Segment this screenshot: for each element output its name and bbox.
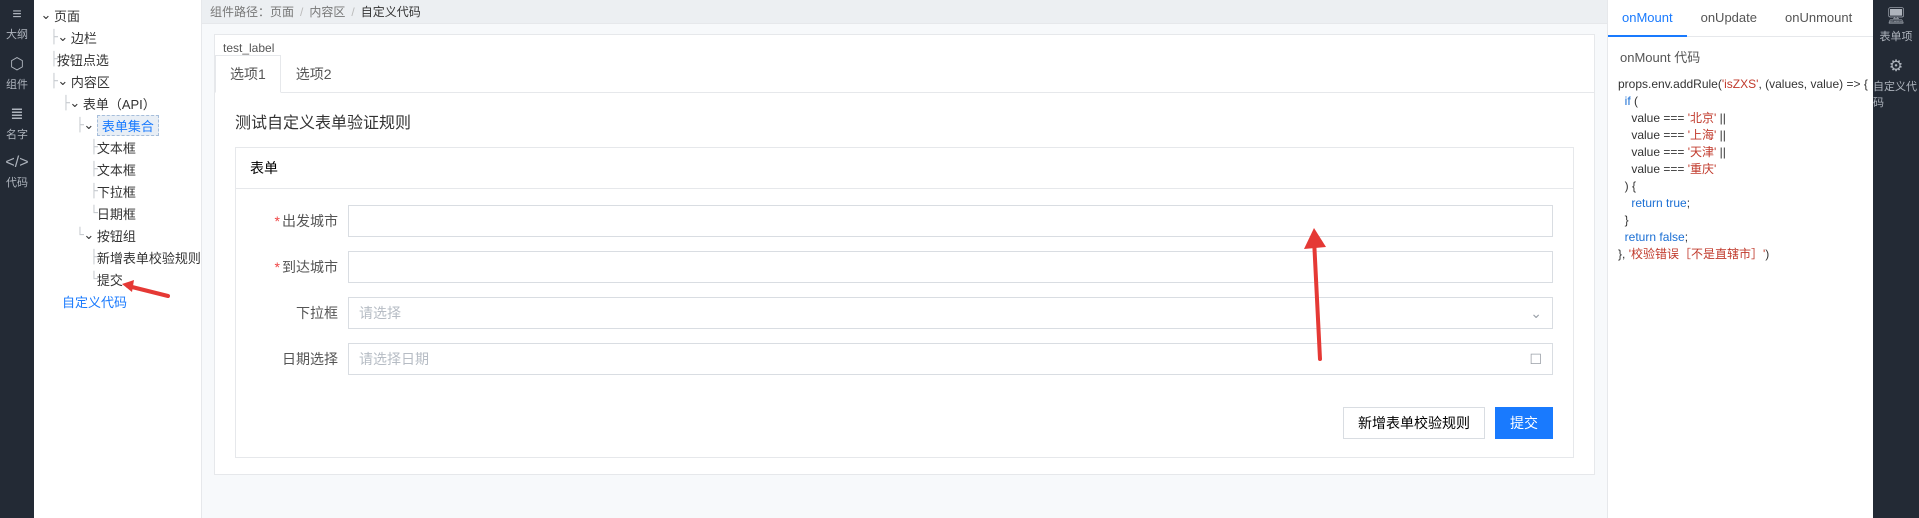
card-tabs: 选项1 选项2 xyxy=(215,55,1594,93)
calendar-icon: ☐ xyxy=(1529,351,1542,368)
rail-item-components[interactable]: ⬡ 组件 xyxy=(6,48,28,98)
tree-label: 内容区 xyxy=(71,72,110,91)
breadcrumb-current: 自定义代码 xyxy=(361,3,421,20)
submit-button[interactable]: 提交 xyxy=(1495,407,1553,439)
card-label: test_label xyxy=(215,35,1594,55)
tree-item-custom-code[interactable]: 自定义代码 xyxy=(34,290,201,312)
breadcrumb-part[interactable]: 内容区 xyxy=(309,3,345,20)
menu-icon: ≡ xyxy=(12,6,21,24)
rail-item-label: 大纲 xyxy=(6,26,28,42)
form-heading: 表单 xyxy=(236,148,1573,189)
monitor-icon: 🖥 xyxy=(1886,6,1906,26)
tree-item[interactable]: ├ 下拉框 xyxy=(34,180,201,202)
chevron-down-icon[interactable]: ⌄ xyxy=(69,95,81,111)
component-tree: ⌄ 页面 ├ ⌄ 边栏 ├ 按钮点选 ├ ⌄ 内容区 ├ ⌄ 表单（API） ├… xyxy=(34,0,202,518)
tree-label: 提交 xyxy=(97,270,123,289)
tree-label: 表单（API） xyxy=(83,94,156,113)
code-tab-onunmount[interactable]: onUnmount xyxy=(1771,0,1866,36)
tree-item[interactable]: ├ ⌄ 边栏 xyxy=(34,26,201,48)
code-tabs: onMount onUpdate onUnmount xyxy=(1608,0,1873,37)
chevron-down-icon: ⌄ xyxy=(1530,305,1542,322)
select-placeholder: 请选择 xyxy=(359,303,401,323)
tree-label: 文本框 xyxy=(97,160,136,179)
date-input[interactable]: 请选择日期 ☐ xyxy=(348,343,1553,375)
right-nav-rail: 🖥 表单项 ⚙ 自定义代码 xyxy=(1873,0,1919,518)
rail-item-label: 代码 xyxy=(6,174,28,190)
section-title: 测试自定义表单验证规则 xyxy=(235,109,1574,133)
rail-item-code[interactable]: </> 代码 xyxy=(5,148,28,196)
tree-item[interactable]: ├ 文本框 xyxy=(34,158,201,180)
breadcrumb: 组件路径： 页面 / 内容区 / 自定义代码 xyxy=(202,0,1607,24)
code-panel: onMount onUpdate onUnmount onMount 代码 pr… xyxy=(1607,0,1873,518)
tree-item[interactable]: ├ 文本框 xyxy=(34,136,201,158)
chevron-down-icon[interactable]: ⌄ xyxy=(83,227,95,243)
code-icon: </> xyxy=(5,154,28,172)
select-input[interactable]: 请选择 ⌄ xyxy=(348,297,1553,329)
list-icon: ≣ xyxy=(10,104,23,124)
gear-icon: ⚙ xyxy=(1889,56,1903,76)
tree-label: 文本框 xyxy=(97,138,136,157)
tree-item[interactable]: ├ ⌄ 内容区 xyxy=(34,70,201,92)
field-label: 下拉框 xyxy=(296,305,338,321)
code-tab-onupdate[interactable]: onUpdate xyxy=(1687,0,1771,36)
tree-label: 页面 xyxy=(54,6,80,25)
code-editor[interactable]: props.env.addRule('isZXS', (values, valu… xyxy=(1608,72,1873,273)
code-section-title: onMount 代码 xyxy=(1608,37,1873,72)
tab-option-2[interactable]: 选项2 xyxy=(281,55,347,93)
rail-item-custom-code[interactable]: ⚙ 自定义代码 xyxy=(1873,50,1919,116)
tree-item[interactable]: ├ 按钮点选 xyxy=(34,48,201,70)
tree-label: 新增表单校验规则 xyxy=(97,248,201,267)
tree-item[interactable]: ├ ⌄ 表单集合 xyxy=(34,114,201,136)
field-label: 出发城市 xyxy=(282,213,338,229)
chevron-down-icon[interactable]: ⌄ xyxy=(40,7,52,23)
cube-icon: ⬡ xyxy=(10,54,24,74)
tree-label: 日期框 xyxy=(97,204,136,223)
tree-label: 自定义代码 xyxy=(62,292,127,311)
rail-item-label: 表单项 xyxy=(1880,28,1913,44)
tree-label: 按钮点选 xyxy=(57,50,109,69)
rail-item-label: 名字 xyxy=(6,126,28,142)
add-rule-button[interactable]: 新增表单校验规则 xyxy=(1343,407,1485,439)
rail-item-form-item[interactable]: 🖥 表单项 xyxy=(1880,0,1913,50)
tree-item[interactable]: ├ ⌄ 表单（API） xyxy=(34,92,201,114)
rail-item-outline[interactable]: ≡ 大纲 xyxy=(6,0,28,48)
rail-item-label: 组件 xyxy=(6,76,28,92)
left-nav-rail: ≡ 大纲 ⬡ 组件 ≣ 名字 </> 代码 xyxy=(0,0,34,518)
breadcrumb-prefix: 组件路径： xyxy=(210,3,270,20)
field-label: 到达城市 xyxy=(282,259,338,275)
chevron-down-icon[interactable]: ⌄ xyxy=(57,29,69,45)
breadcrumb-part[interactable]: 页面 xyxy=(270,3,294,20)
main-area: 组件路径： 页面 / 内容区 / 自定义代码 test_label 选项1 选项… xyxy=(202,0,1607,518)
tree-item[interactable]: └ 日期框 xyxy=(34,202,201,224)
tree-label: 表单集合 xyxy=(97,115,159,136)
rail-item-names[interactable]: ≣ 名字 xyxy=(6,98,28,148)
tab-option-1[interactable]: 选项1 xyxy=(215,55,281,93)
code-tab-onmount[interactable]: onMount xyxy=(1608,0,1687,37)
chevron-down-icon[interactable]: ⌄ xyxy=(57,73,69,89)
rail-item-label: 自定义代码 xyxy=(1873,78,1919,110)
tree-item[interactable]: ├ 新增表单校验规则 xyxy=(34,246,201,268)
departure-city-input[interactable] xyxy=(348,205,1553,237)
tree-item[interactable]: └ ⌄ 按钮组 xyxy=(34,224,201,246)
tree-label: 边栏 xyxy=(71,28,97,47)
form-card: test_label 选项1 选项2 测试自定义表单验证规则 表单 *出发城市 xyxy=(214,34,1595,475)
tree-root[interactable]: ⌄ 页面 xyxy=(34,4,201,26)
tree-label: 按钮组 xyxy=(97,226,136,245)
date-placeholder: 请选择日期 xyxy=(359,349,429,369)
tree-label: 下拉框 xyxy=(97,182,136,201)
chevron-down-icon[interactable]: ⌄ xyxy=(83,117,95,133)
arrival-city-input[interactable] xyxy=(348,251,1553,283)
tree-item[interactable]: └ 提交 xyxy=(34,268,201,290)
field-label: 日期选择 xyxy=(282,351,338,367)
